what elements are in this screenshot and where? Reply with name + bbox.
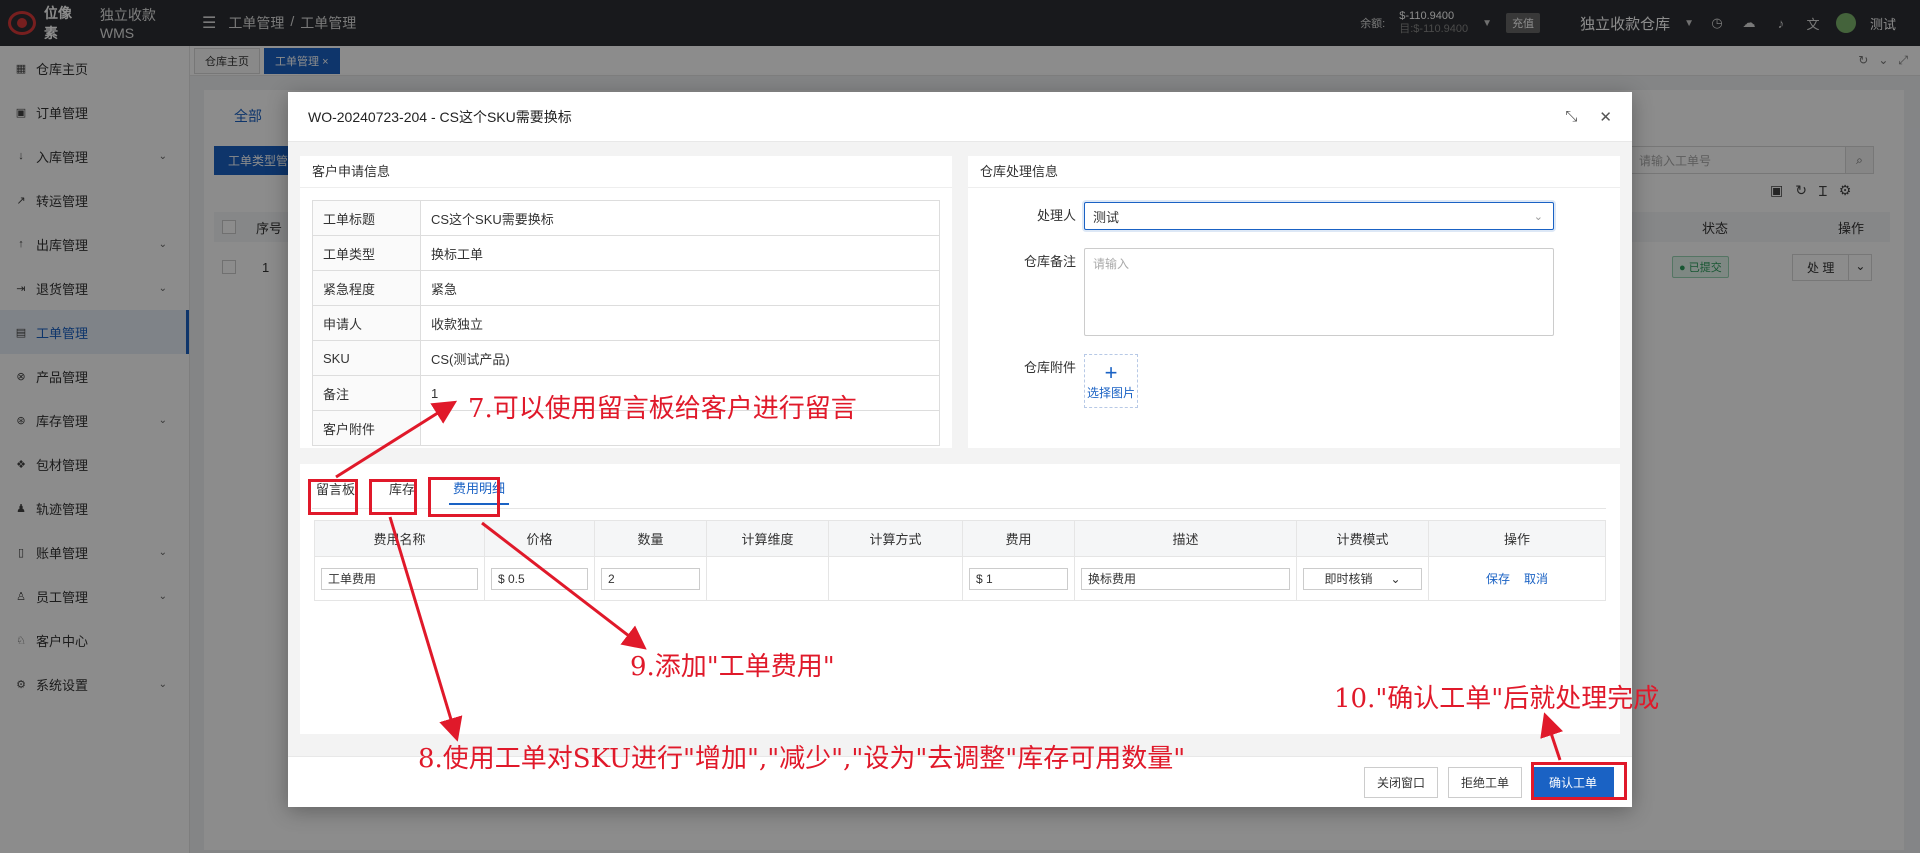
- info-row: SKU CS(测试产品): [312, 340, 940, 376]
- billing-mode-select[interactable]: 即时核销 ⌄: [1303, 567, 1422, 590]
- info-row: 工单标题 CS这个SKU需要换标: [312, 200, 940, 236]
- col-dimension: 计算维度: [706, 520, 829, 557]
- fee-input[interactable]: $ 1: [969, 567, 1068, 590]
- col-actions: 操作: [1428, 520, 1606, 557]
- upload-label: 选择图片: [1086, 385, 1135, 400]
- col-mode: 计费模式: [1296, 520, 1429, 557]
- panel-title: 客户申请信息: [300, 156, 952, 188]
- info-row: 工单类型 换标工单: [312, 235, 940, 271]
- info-value: CS这个SKU需要换标: [420, 200, 940, 236]
- annotation-note-7: 7.可以使用留言板给客户进行留言: [468, 394, 857, 424]
- info-key: 备注: [312, 375, 421, 411]
- table-row: 工单费用 $ 0.5 2 $ 1 换标费用 即时核销 ⌄ 保存 取消: [314, 556, 1606, 601]
- chevron-down-icon: ⌄: [1390, 571, 1401, 586]
- cancel-link[interactable]: 取消: [1524, 572, 1548, 586]
- info-row: 申请人 收款独立: [312, 305, 940, 341]
- close-icon[interactable]: ✕: [1599, 108, 1612, 126]
- save-link[interactable]: 保存: [1486, 572, 1510, 586]
- modal-body: 客户申请信息 工单标题 CS这个SKU需要换标 工单类型 换标工单 紧急程度 紧急 申…: [288, 142, 1632, 756]
- tab-message-board[interactable]: 留言板: [312, 473, 359, 504]
- tab-fee-details[interactable]: 费用明细: [449, 472, 510, 505]
- chevron-down-icon: ⌄: [1533, 210, 1543, 223]
- fee-table: 费用名称 价格 数量 计算维度 计算方式 费用 描述 计费模式 操作 工单费用 …: [314, 520, 1606, 601]
- info-key: 紧急程度: [312, 270, 421, 306]
- info-key: SKU: [312, 340, 421, 376]
- dimension-cell: [706, 556, 829, 601]
- method-cell: [828, 556, 963, 601]
- tab-inventory[interactable]: 库存: [385, 473, 419, 504]
- confirm-ticket-button[interactable]: 确认工单: [1531, 766, 1614, 798]
- close-window-button[interactable]: 关闭窗口: [1363, 766, 1438, 798]
- col-qty: 数量: [594, 520, 707, 557]
- info-value: 换标工单: [420, 235, 940, 271]
- warehouse-process-panel: 仓库处理信息 处理人 测试 ⌄ 仓库备注 请输入 仓库附件 + 选择图片: [968, 156, 1620, 448]
- price-input[interactable]: $ 0.5: [491, 567, 588, 590]
- annotation-note-8: 8.使用工单对SKU进行"增加","减少","设为"去调整"库存可用数量": [418, 744, 1186, 774]
- remark-label: 仓库备注: [1023, 254, 1076, 269]
- info-key: 客户附件: [312, 410, 421, 446]
- info-key: 工单类型: [312, 235, 421, 271]
- billing-mode-value: 即时核销: [1324, 572, 1373, 586]
- quantity-input[interactable]: 2: [601, 567, 700, 590]
- upload-image-button[interactable]: + 选择图片: [1084, 354, 1138, 408]
- attachment-label: 仓库附件: [1023, 360, 1076, 375]
- info-row: 紧急程度 紧急: [312, 270, 940, 306]
- tab-divider: [312, 508, 1606, 509]
- col-fee: 费用: [962, 520, 1075, 557]
- panel-title: 仓库处理信息: [968, 156, 1620, 188]
- info-value: 紧急: [420, 270, 940, 306]
- info-value: 收款独立: [420, 305, 940, 341]
- modal-title: WO-20240723-204 - CS这个SKU需要换标: [308, 108, 572, 125]
- remark-textarea[interactable]: 请输入: [1084, 248, 1554, 336]
- col-desc: 描述: [1074, 520, 1297, 557]
- modal-header: WO-20240723-204 - CS这个SKU需要换标 ⤡ ✕: [288, 92, 1632, 142]
- fee-table-header: 费用名称 价格 数量 计算维度 计算方式 费用 描述 计费模式 操作: [314, 520, 1606, 557]
- info-key: 工单标题: [312, 200, 421, 236]
- detail-tabs: 留言板 库存 费用明细: [312, 472, 510, 505]
- description-input[interactable]: 换标费用: [1081, 567, 1290, 590]
- info-value: CS(测试产品): [420, 340, 940, 376]
- handler-label: 处理人: [1036, 208, 1076, 223]
- handler-select[interactable]: 测试 ⌄: [1084, 202, 1554, 230]
- info-key: 申请人: [312, 305, 421, 341]
- col-method: 计算方式: [828, 520, 963, 557]
- fee-name-input[interactable]: 工单费用: [321, 567, 478, 590]
- col-price: 价格: [484, 520, 595, 557]
- annotation-note-10: 10."确认工单"后就处理完成: [1334, 684, 1660, 714]
- annotation-note-9: 9.添加"工单费用": [630, 652, 835, 682]
- plus-icon: +: [1104, 359, 1118, 385]
- expand-icon[interactable]: ⤡: [1565, 108, 1577, 126]
- handler-value: 测试: [1093, 209, 1120, 225]
- reject-ticket-button[interactable]: 拒绝工单: [1447, 766, 1522, 798]
- col-fee-name: 费用名称: [314, 520, 485, 557]
- remark-placeholder: 请输入: [1093, 257, 1130, 271]
